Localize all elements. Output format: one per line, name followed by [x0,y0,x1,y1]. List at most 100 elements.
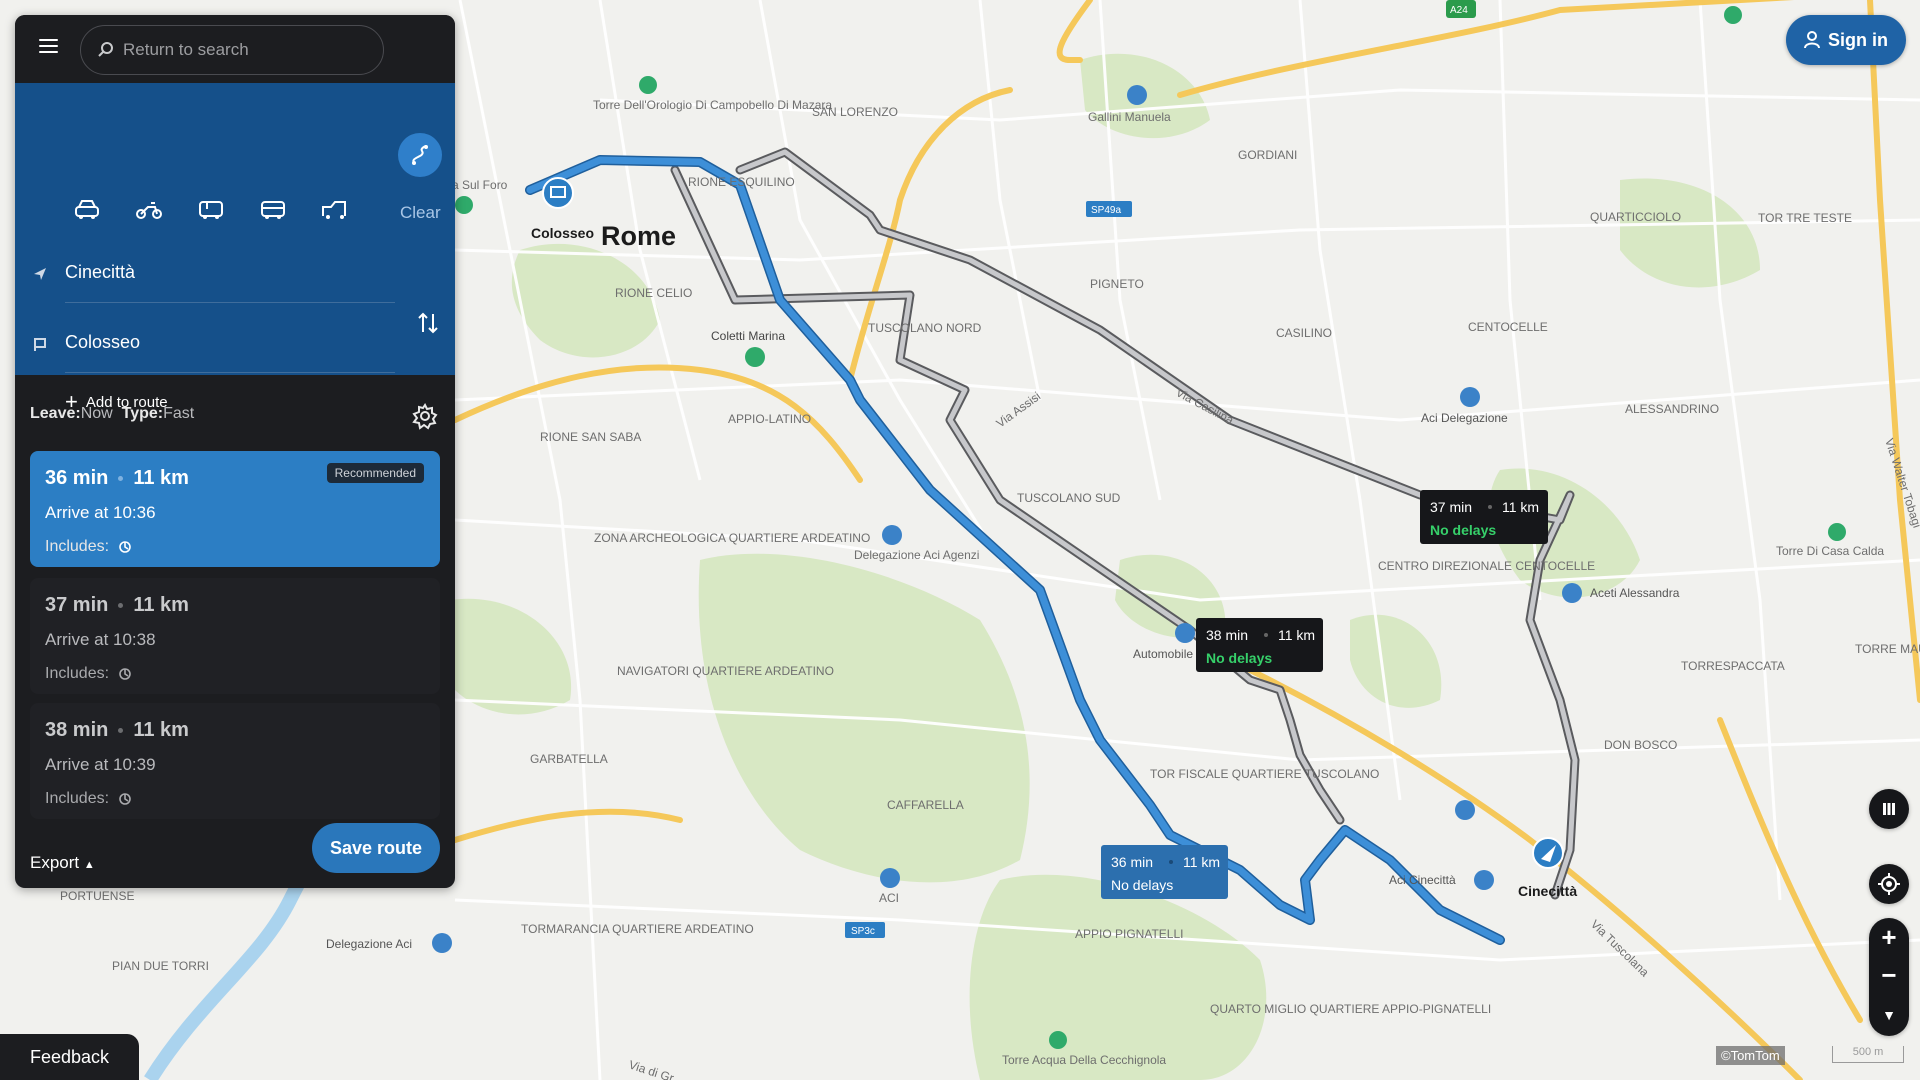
svg-text:No delays: No delays [1206,650,1272,666]
destination-stop[interactable]: Colosseo [15,315,395,373]
van-icon [199,201,223,219]
bus-icon [261,201,285,219]
route-callout-37[interactable]: 37 min 11 km No delays [1420,490,1548,544]
map-label: QUARTICCIOLO [1590,210,1681,224]
svg-text:36 min: 36 min [1111,854,1153,870]
route-option-2[interactable]: 37 min 11 km Arrive at 10:38 Includes: [30,578,440,694]
feedback-button[interactable]: Feedback [0,1034,139,1080]
leave-value: Now [80,405,113,422]
poi-icon [639,76,657,94]
recommended-badge: Recommended [326,463,424,483]
layers-icon [1883,803,1895,815]
dot-separator [118,728,124,733]
route-option-1[interactable]: 36 min 11 km Recommended Arrive at 10:36 … [30,451,440,567]
my-location-button[interactable] [1869,864,1909,904]
sign-in-label: Sign in [1828,29,1888,50]
divider [65,302,395,303]
travel-mode-bar [65,193,357,227]
car-icon [75,200,99,219]
includes-label: Includes: [45,538,110,555]
poi-icon [1474,870,1494,890]
export-button[interactable]: Export ▲ [30,853,95,873]
route-includes: Includes: [45,538,133,556]
minus-icon: − [1881,959,1897,990]
mode-bus-button[interactable] [251,193,295,227]
search-input[interactable] [121,39,355,61]
map-label: Aci Delegazione [1421,411,1508,425]
map-label: Torre Di Casa Calda [1776,544,1884,558]
origin-label: Cinecittà [65,262,136,282]
svg-text:No delays: No delays [1111,877,1173,893]
end-marker-label: Cinecittà [1518,883,1577,899]
gear-icon [412,403,438,430]
route-summary: 36 min 11 km [45,467,189,490]
poi-icon [1049,1031,1067,1049]
divider [65,372,395,373]
poi-icon [1455,800,1475,820]
map-label: Delegazione Aci [326,937,412,951]
map-label: TORRE MAURA [1855,642,1920,656]
poi-icon [745,347,765,367]
map-label: RIONE SAN SABA [540,430,641,444]
map-label: ALESSANDRINO [1625,402,1719,416]
location-arrow-icon [34,268,46,280]
map-label: TUSCOLANO SUD [1017,491,1121,505]
poi-icon [432,933,452,953]
swap-stops-button[interactable] [413,308,443,338]
zoom-controls: + − ▼ [1869,918,1909,1036]
route-duration: 36 min [45,467,109,489]
route-options[interactable]: Leave:Now Type:Fast [30,405,194,423]
sign-in-button[interactable]: Sign in [1786,15,1906,65]
map-label: CAFFARELLA [887,798,964,812]
mode-car-button[interactable] [65,193,109,227]
map-label: QUARTO MIGLIO QUARTIERE APPIO-PIGNATELLI [1210,1002,1491,1016]
traffic-icon [119,793,131,805]
route-stops-section: Clear Cinecittà Colosseo + Add to route [15,83,455,413]
route-summary: 38 min 11 km [45,719,189,742]
route-settings-button[interactable] [411,402,439,430]
compass-button[interactable]: ▼ [1869,996,1909,1034]
compass-icon: ▼ [1882,1007,1896,1023]
route-option-3[interactable]: 38 min 11 km Arrive at 10:39 Includes: [30,703,440,819]
map-label: TOR FISCALE QUARTIERE TUSCOLANO [1150,767,1379,781]
map-label: TOR TRE TESTE [1758,211,1852,225]
route-distance: 11 km [133,719,189,741]
map-label: RIONE CELIO [615,286,692,300]
zoom-out-button[interactable]: − [1869,956,1909,994]
map-label: PORTUENSE [60,889,134,903]
map-label: Torre Dell'Orologio Di Campobello Di Maz… [593,98,832,112]
hamburger-icon-line [39,45,58,47]
route-distance: 11 km [133,467,189,489]
cinecitta-marker-icon[interactable] [1532,837,1564,869]
colosseo-marker-icon[interactable] [542,177,574,209]
route-callout-36[interactable]: 36 min 11 km No delays [1101,845,1228,899]
poi-icon [455,196,473,214]
menu-button[interactable] [35,35,63,63]
zoom-in-button[interactable]: + [1869,918,1909,956]
poi-icon [1460,387,1480,407]
route-options-button[interactable] [398,133,442,177]
mode-motorcycle-button[interactable] [127,193,171,227]
map-label: a Sul Foro [452,178,508,192]
dot-separator [118,603,124,608]
search-icon [98,42,113,57]
hamburger-icon-line [39,51,58,53]
map-label: PIGNETO [1090,277,1144,291]
map-layers-button[interactable] [1869,789,1909,829]
map-label: ACI [879,891,899,905]
dot-separator [118,476,124,481]
leave-label: Leave: [30,405,81,422]
hamburger-icon [39,39,58,41]
arrival-time: Arrive at 10:36 [45,503,156,522]
route-callout-38[interactable]: 38 min 11 km No delays [1196,618,1323,672]
route-includes: Includes: [45,790,133,808]
export-label: Export [30,853,80,872]
map-label: A24 [1450,5,1468,16]
search-field[interactable] [80,25,384,75]
mode-truck-button[interactable] [313,193,357,227]
mode-van-button[interactable] [189,193,233,227]
save-route-button[interactable]: Save route [312,823,440,873]
poi-icon [882,525,902,545]
clear-button[interactable]: Clear [400,203,441,223]
origin-stop[interactable]: Cinecittà [15,245,395,303]
